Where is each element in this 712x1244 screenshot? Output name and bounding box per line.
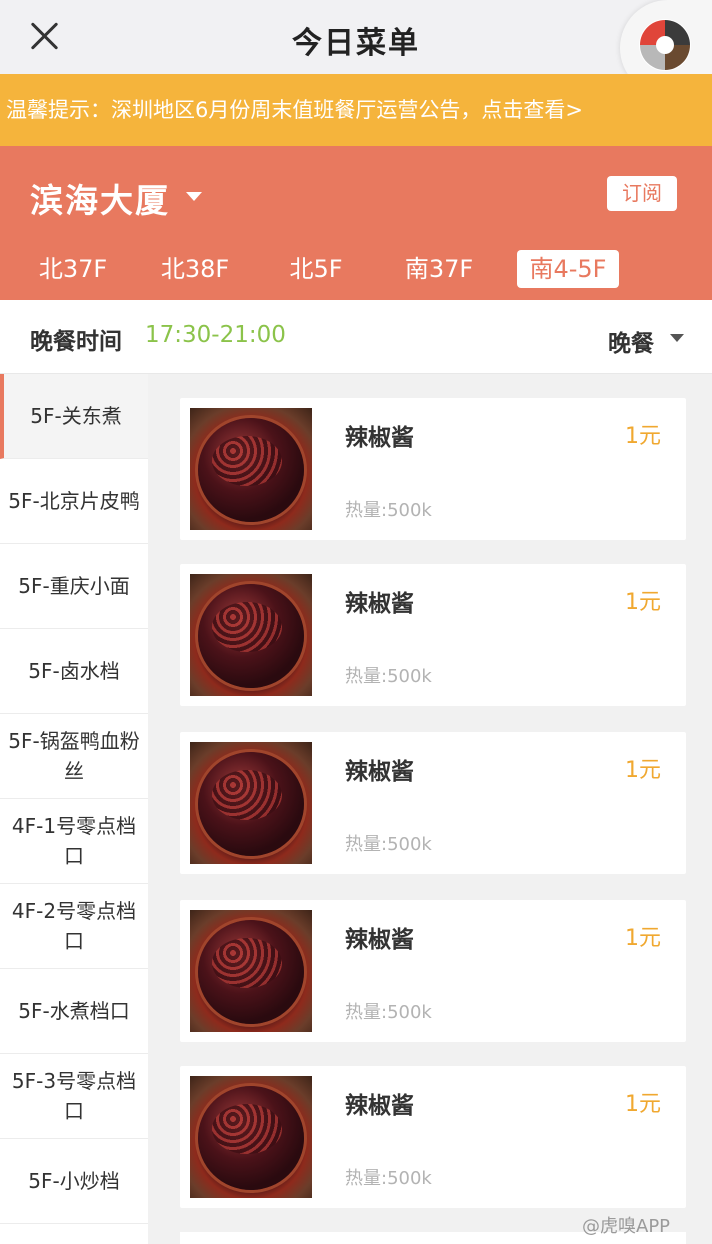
tab-floor[interactable]: 北37F <box>30 250 116 288</box>
dish-calories: 热量:500k <box>345 1168 432 1189</box>
dish-name: 辣椒酱 <box>345 927 414 953</box>
dish-card[interactable]: 辣椒酱 1元 热量:500k <box>180 564 686 706</box>
meal-time-bar: 晚餐时间 17:30-21:00 晚餐 <box>0 300 712 374</box>
dish-image <box>190 742 312 864</box>
dish-price: 1元 <box>625 1092 661 1117</box>
dish-image <box>190 910 312 1032</box>
tab-floor[interactable]: 北38F <box>152 250 238 288</box>
dish-card[interactable]: 辣椒酱 1元 热量:500k <box>180 398 686 540</box>
stall-sidebar: 5F-关东煮 5F-北京片皮鸭 5F-重庆小面 5F-卤水档 5F-锅盔鸭血粉丝… <box>0 374 148 1244</box>
sidebar-item[interactable]: 5F-3号零点档口 <box>0 1054 148 1139</box>
dish-image <box>190 408 312 530</box>
dish-price: 1元 <box>625 926 661 951</box>
dish-calories: 热量:500k <box>345 500 432 521</box>
sidebar-item[interactable]: 4F-2号零点档口 <box>0 884 148 969</box>
tab-floor[interactable]: 南37F <box>394 250 484 288</box>
top-bar: 今日菜单 <box>0 0 712 96</box>
meal-time-label: 晚餐时间 <box>30 329 122 355</box>
dish-list: 辣椒酱 1元 热量:500k 辣椒酱 1元 热量:500k 辣椒酱 1元 热量:… <box>148 374 712 1244</box>
floor-tabs: 北37F 北38F 北5F 南37F 南4-5F <box>0 246 712 294</box>
chevron-down-icon[interactable] <box>186 192 202 201</box>
dish-price: 1元 <box>625 590 661 615</box>
page-title: 今日菜单 <box>292 26 420 61</box>
chevron-down-icon[interactable] <box>670 334 684 342</box>
dish-image <box>190 1076 312 1198</box>
dish-price: 1元 <box>625 758 661 783</box>
dish-card[interactable]: 辣椒酱 1元 热量:500k <box>180 1066 686 1208</box>
sidebar-item[interactable]: 5F-锅盔鸭血粉丝 <box>0 714 148 799</box>
dish-calories: 热量:500k <box>345 1002 432 1023</box>
dish-card[interactable]: 辣椒酱 1元 热量:500k <box>180 732 686 874</box>
meal-selector[interactable]: 晚餐 <box>608 324 654 358</box>
watermark: @虎嗅APP <box>582 1216 671 1237</box>
sidebar-item[interactable]: 5F-关东煮 <box>0 374 148 459</box>
building-selector[interactable]: 滨海大厦 <box>30 174 170 222</box>
sidebar-item[interactable]: 5F-水煮档口 <box>0 969 148 1054</box>
dish-image <box>190 574 312 696</box>
dish-name: 辣椒酱 <box>345 591 414 617</box>
dish-name: 辣椒酱 <box>345 425 414 451</box>
subscribe-button[interactable]: 订阅 <box>607 176 677 211</box>
dish-name: 辣椒酱 <box>345 759 414 785</box>
sidebar-item[interactable]: 5F-卤水档 <box>0 629 148 714</box>
notice-banner[interactable]: 温馨提示：深圳地区6月份周末值班餐厅运营公告，点击查看> <box>0 74 712 146</box>
dish-calories: 热量:500k <box>345 834 432 855</box>
sidebar-item[interactable]: 5F-小炒档 <box>0 1139 148 1224</box>
dish-card[interactable]: 辣椒酱 1元 热量:500k <box>180 900 686 1042</box>
sidebar-item[interactable]: 5F-重庆小面 <box>0 544 148 629</box>
dish-calories: 热量:500k <box>345 666 432 687</box>
dish-name: 辣椒酱 <box>345 1093 414 1119</box>
meal-time-range: 17:30-21:00 <box>145 322 286 348</box>
sidebar-item[interactable]: 5F-北京片皮鸭 <box>0 459 148 544</box>
tab-floor[interactable]: 北5F <box>276 250 356 288</box>
location-header: 滨海大厦 订阅 北37F 北38F 北5F 南37F 南4-5F <box>0 146 712 300</box>
sidebar-item[interactable]: 4F-1号零点档口 <box>0 799 148 884</box>
logo-icon <box>639 19 691 71</box>
tab-floor-active[interactable]: 南4-5F <box>517 250 619 288</box>
dish-price: 1元 <box>625 424 661 449</box>
